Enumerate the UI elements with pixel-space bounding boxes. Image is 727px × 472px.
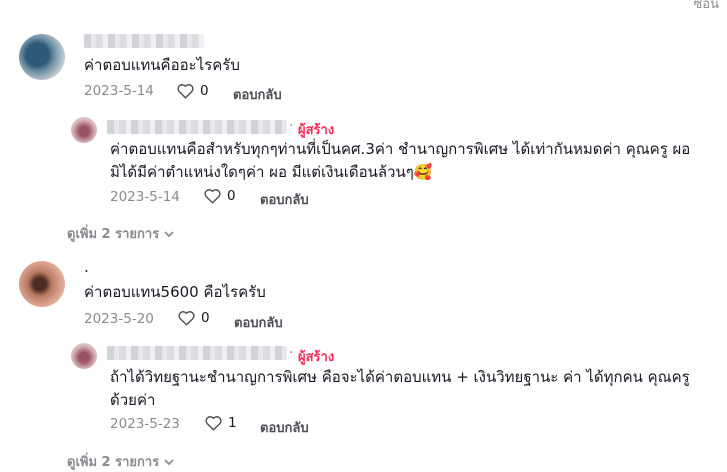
reply-text-line-1: ถ้าได้วิทยฐานะชำนาญการพิเศษ คือจะได้ค่าต…: [110, 368, 690, 386]
like-button[interactable]: 0: [178, 310, 210, 326]
view-more-replies-label: ดูเพิ่ม 2 รายการ: [67, 455, 160, 470]
heart-icon: [178, 311, 195, 326]
like-count: 0: [200, 83, 209, 99]
like-count: 0: [201, 310, 210, 326]
username[interactable]: .: [84, 258, 89, 276]
reply-text-line-2: มิได้มีค่าตำแหน่งใดๆค่า ผอ มีแต่เงินเดือ…: [110, 163, 433, 181]
reply-date: 2023-5-23: [110, 416, 180, 432]
reply-button[interactable]: ตอบกลับ: [260, 417, 309, 438]
like-button[interactable]: 0: [177, 83, 209, 99]
separator-dot: ·: [289, 118, 294, 134]
heart-icon: [204, 189, 221, 204]
comment-date: 2023-5-14: [84, 83, 154, 99]
like-button[interactable]: 0: [204, 188, 236, 204]
separator-dot: ·: [289, 345, 294, 361]
like-button[interactable]: 1: [205, 415, 237, 431]
reply-button[interactable]: ตอบกลับ: [234, 312, 283, 333]
creator-badge: ผู้สร้าง: [298, 350, 335, 365]
username-blurred[interactable]: [84, 34, 204, 48]
reply-date: 2023-5-14: [110, 189, 180, 205]
view-more-replies[interactable]: ดูเพิ่ม 2 รายการ: [67, 223, 175, 244]
chevron-down-icon: [164, 458, 174, 465]
comment-date: 2023-5-20: [84, 311, 154, 327]
hide-link[interactable]: ซ่อน: [693, 0, 719, 14]
chevron-down-icon: [164, 230, 174, 237]
username-blurred[interactable]: [107, 346, 287, 360]
like-count: 1: [228, 415, 237, 431]
view-more-replies-label: ดูเพิ่ม 2 รายการ: [67, 227, 160, 242]
heart-icon: [177, 84, 194, 99]
reply-text-line-2: ด้วยค่า: [110, 391, 156, 409]
comment-text: ค่าตอบแทน5600 คือไรครับ: [84, 283, 266, 301]
comment-text: ค่าตอบแทนคืออะไรครับ: [84, 56, 240, 74]
like-count: 0: [227, 188, 236, 204]
avatar[interactable]: [19, 34, 65, 80]
view-more-replies[interactable]: ดูเพิ่ม 2 รายการ: [67, 451, 175, 472]
avatar[interactable]: [19, 261, 65, 307]
reply-button[interactable]: ตอบกลับ: [260, 189, 309, 210]
heart-icon: [205, 416, 222, 431]
reply-text-line-1: ค่าตอบแทนคือสำหรับทุกๆท่านที่เป็นคศ.3ค่า…: [110, 140, 691, 158]
avatar[interactable]: [71, 117, 97, 143]
reply-button[interactable]: ตอบกลับ: [233, 84, 282, 105]
avatar[interactable]: [71, 343, 97, 369]
username-blurred[interactable]: [107, 120, 287, 134]
